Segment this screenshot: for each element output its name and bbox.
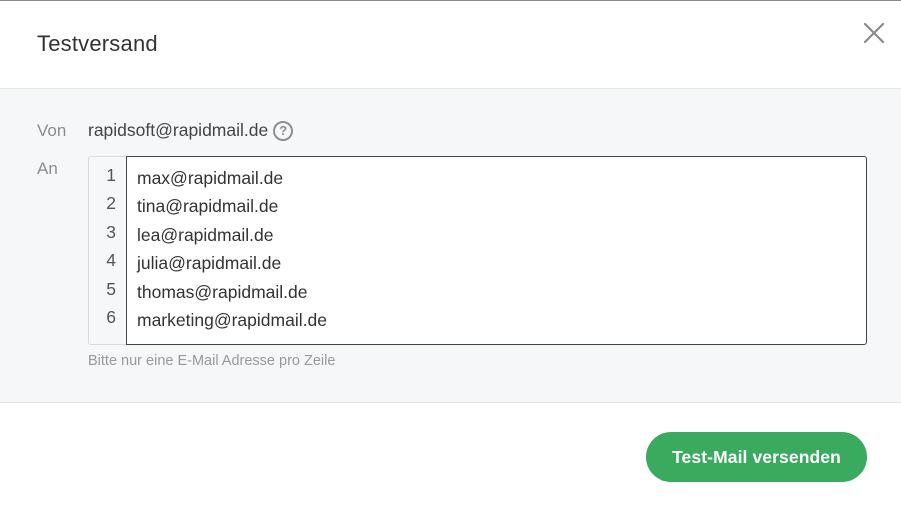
recipient-line: julia@rapidmail.de <box>137 253 282 274</box>
line-number: 2 <box>106 193 116 214</box>
recipient-line: marketing@rapidmail.de <box>137 309 327 330</box>
line-number: 3 <box>106 221 116 242</box>
line-number: 6 <box>106 306 116 327</box>
from-address: rapidsoft@rapidmail.de <box>88 120 269 140</box>
dialog-header: Testversand <box>0 1 901 89</box>
close-icon[interactable] <box>861 20 887 46</box>
recipient-line: tina@rapidmail.de <box>137 196 279 217</box>
from-label: Von <box>37 121 67 140</box>
dialog-title: Testversand <box>37 31 158 56</box>
from-row: rapidsoft@rapidmail.de ? <box>88 120 294 141</box>
recipients-textarea[interactable]: max@rapidmail.de tina@rapidmail.de lea@r… <box>126 156 867 345</box>
dialog-body: Von rapidsoft@rapidmail.de ? An 1 2 3 4 … <box>0 89 901 403</box>
line-number-gutter: 1 2 3 4 5 6 <box>88 156 126 345</box>
test-send-dialog: Testversand Von rapidsoft@rapidmail.de ?… <box>0 0 901 508</box>
line-number: 1 <box>106 165 116 185</box>
dialog-footer: Test-Mail versenden <box>0 403 901 509</box>
to-label: An <box>37 159 58 178</box>
recipient-line: thomas@rapidmail.de <box>137 281 308 302</box>
line-number: 5 <box>106 278 116 299</box>
recipient-line: max@rapidmail.de <box>137 168 284 188</box>
recipient-line: lea@rapidmail.de <box>137 224 274 245</box>
line-number: 4 <box>106 250 116 271</box>
recipients-editor: 1 2 3 4 5 6 max@rapidmail.de tina@rapidm… <box>88 156 867 345</box>
question-circle-icon[interactable]: ? <box>273 120 294 141</box>
recipients-hint: Bitte nur eine E-Mail Adresse pro Zeile <box>88 353 336 369</box>
send-test-mail-button[interactable]: Test-Mail versenden <box>646 432 867 482</box>
